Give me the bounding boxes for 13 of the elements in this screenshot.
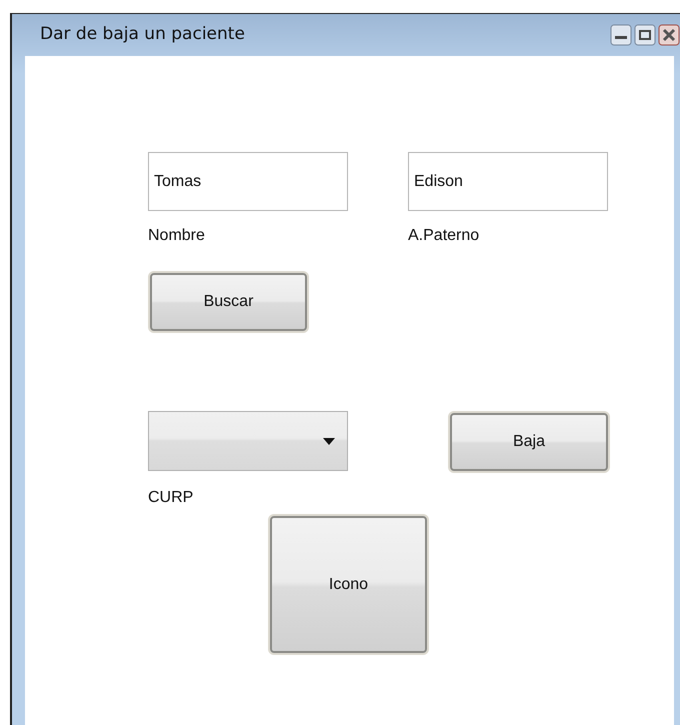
minimize-icon[interactable] — [610, 24, 632, 46]
text-field[interactable]: Edison — [408, 152, 608, 211]
text-field[interactable]: Tomas — [148, 152, 348, 211]
maximize-icon[interactable] — [634, 24, 656, 46]
field-label: A.Paterno — [408, 227, 480, 245]
close-icon[interactable] — [658, 24, 680, 46]
dropdown-arrow-icon — [323, 438, 335, 444]
field-label: Nombre — [148, 227, 206, 245]
search-button[interactable]: Buscar — [150, 273, 307, 331]
window-title: Dar de baja un paciente — [40, 23, 246, 46]
remove-button[interactable]: Baja — [450, 413, 608, 471]
icon-button[interactable]: Icono — [270, 516, 427, 653]
field-label: CURP — [148, 489, 194, 507]
